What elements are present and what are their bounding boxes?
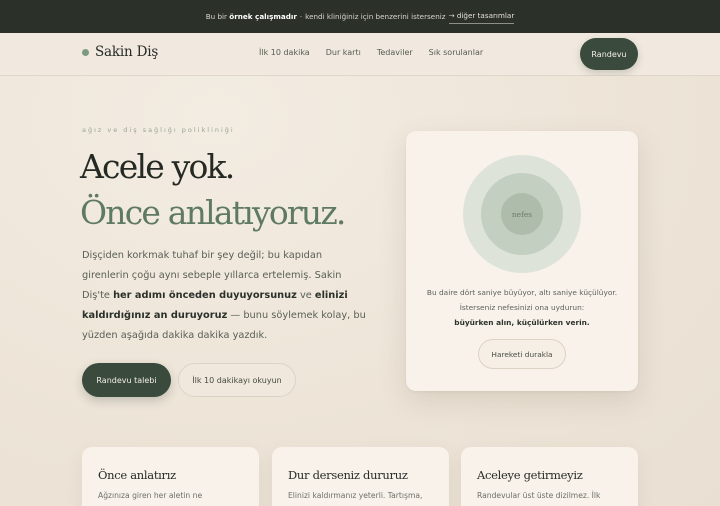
announcement-text: kendi kliniğiniz için benzerini istersen…: [305, 12, 446, 21]
breath-label: nefes: [511, 209, 533, 219]
feature-text: Elinizi kaldırmanız yeterli. Tartışma,: [288, 491, 423, 500]
feature-title: Önce anlatırız: [98, 468, 176, 482]
nav-link-faq[interactable]: Sık sorulanlar: [429, 48, 484, 57]
main-nav: İlk 10 dakika Dur kartı Tedaviler Sık so…: [259, 48, 483, 57]
logo[interactable]: Sakin Diş: [82, 44, 158, 60]
feature-text: Randevular üst üste dizilmez. İlk: [477, 491, 601, 500]
appointment-button[interactable]: Randevu: [580, 38, 638, 70]
pause-animation-button[interactable]: Hareketi durakla: [478, 339, 566, 369]
other-designs-link[interactable]: → diğer tasarımlar: [448, 11, 515, 24]
logo-dot-icon: [82, 48, 89, 56]
hero-lede: Dişçiden korkmak tuhaf bir şey değil; bu…: [82, 250, 366, 341]
hero-eyebrow: ağız ve diş sağlığı polikliniği: [82, 126, 235, 134]
feature-card: Aceleye getirmeyiz Randevular üst üste d…: [461, 447, 638, 506]
feature-title: Aceleye getirmeyiz: [477, 468, 583, 482]
announcement-bar: Bu bir örnek çalışmadır · kendi kliniğiniz…: [0, 0, 720, 33]
feature-title: Dur derseniz dururuz: [288, 468, 408, 482]
nav-link-stop-card[interactable]: Dur kartı: [326, 48, 361, 57]
announcement-separator: ·: [299, 12, 303, 21]
hero-title-line-2: Önce anlatıyoruz.: [80, 193, 346, 232]
breath-instructions: Bu daire dört saniye büyüyor, altı saniy…: [426, 288, 618, 327]
read-first-10-minutes-button[interactable]: İlk 10 dakikayı okuyun: [178, 363, 296, 397]
hero-title-line-1: Acele yok.: [80, 147, 235, 186]
breathing-card: nefes Bu daire dört saniye büyüyor, altı…: [406, 131, 638, 391]
appointment-request-button[interactable]: Randevu talebi: [82, 363, 171, 397]
nav-link-first-10-minutes[interactable]: İlk 10 dakika: [259, 48, 310, 57]
feature-text: Ağzınıza giren her aletin ne: [98, 491, 203, 500]
feature-card: Önce anlatırız Ağzınıza giren her aletin…: [82, 447, 259, 506]
announcement-prefix: Bu bir: [205, 12, 227, 21]
feature-card: Dur derseniz dururuz Elinizi kaldırmanız…: [272, 447, 449, 506]
announcement-bold: örnek çalışmadır: [229, 12, 297, 21]
nav-link-treatments[interactable]: Tedaviler: [377, 48, 413, 57]
site-header: Sakin Diş İlk 10 dakika Dur kartı Tedavi…: [0, 33, 720, 76]
breath-circle-inner: nefes: [501, 193, 543, 235]
logo-text: Sakin Diş: [95, 44, 159, 60]
